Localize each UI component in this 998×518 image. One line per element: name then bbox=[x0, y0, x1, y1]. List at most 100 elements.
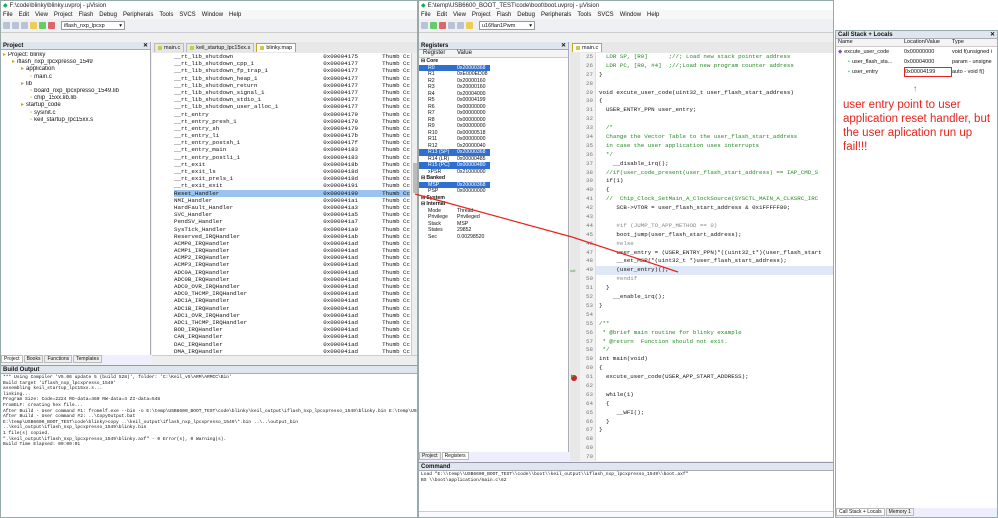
menu-help[interactable]: Help bbox=[229, 12, 241, 18]
code-line[interactable]: 30{ bbox=[580, 97, 833, 107]
code-line[interactable]: 35 in case the user application uses int… bbox=[580, 141, 833, 151]
code-line[interactable]: 37 __disable_irq(); bbox=[580, 159, 833, 169]
map-row[interactable]: ACMP3_IRQHandler 0x000041ad Thumb Cc bbox=[174, 261, 410, 268]
map-row[interactable]: ADC1A_IRQHandler 0x000041ad Thumb Cc bbox=[174, 297, 410, 304]
project-tree-item[interactable]: ▸ startup_code bbox=[3, 102, 150, 109]
callstack-row[interactable]: ▪ user_entry 0x00004199 auto - void f() bbox=[836, 67, 997, 77]
project-tree-item[interactable]: ▫ keil_startup_lpc15xx.s bbox=[3, 117, 150, 124]
callstack-row[interactable]: ◆ excute_user_code 0x00000000 void f(unsign… bbox=[836, 47, 997, 57]
bottom-tab-project[interactable]: Project bbox=[1, 355, 23, 363]
menu-file[interactable]: File bbox=[421, 12, 431, 18]
open-file-icon[interactable] bbox=[12, 22, 19, 29]
project-tree-item[interactable]: ▫ chip_15xx.lib.lib bbox=[3, 95, 150, 102]
map-row[interactable]: __rt_entry_presh_1 0x00004179 Thumb Cc bbox=[174, 118, 410, 125]
menu-peripherals[interactable]: Peripherals bbox=[123, 12, 153, 18]
code-line[interactable]: 45 boot_jump(user_flash_start_address); bbox=[580, 230, 833, 240]
code-line[interactable]: 63 while(1) bbox=[580, 390, 833, 400]
bottom-tab-project[interactable]: Project bbox=[419, 452, 441, 460]
map-row[interactable]: __rt_exit_ls 0x0000418d Thumb Cc bbox=[174, 168, 410, 175]
bottom-tab-memory-1[interactable]: Memory 1 bbox=[885, 508, 914, 516]
right-target-select[interactable]: u16flan1Pwm ▾ bbox=[479, 21, 535, 30]
code-line[interactable]: 29 void excute_user_code(uint32_t user_fl… bbox=[580, 88, 833, 98]
map-row[interactable]: __rt_entry 0x00004179 Thumb Cc bbox=[174, 111, 410, 118]
code-line[interactable]: 67} bbox=[580, 426, 833, 436]
code-line[interactable]: 49 (user_entry)(); bbox=[580, 266, 833, 276]
code-line[interactable]: 38 //if(user_code_present(user_flash_sta… bbox=[580, 168, 833, 178]
map-row[interactable]: __rt_lib_shutdown 0x00004175 Thumb Cc bbox=[174, 53, 410, 60]
code-line[interactable]: 36 */ bbox=[580, 150, 833, 160]
project-tree-item[interactable]: ▸ iflash_nxp_lpcxpresso_1549 bbox=[3, 59, 150, 66]
menu-file[interactable]: File bbox=[3, 12, 13, 18]
tab-main-c[interactable]: main.c bbox=[572, 43, 603, 52]
map-row[interactable]: PendSV_Handler 0x000041a7 Thumb Cc bbox=[174, 218, 410, 225]
code-line[interactable]: 70 bbox=[580, 453, 833, 461]
close-icon[interactable]: ✕ bbox=[990, 31, 997, 38]
code-line[interactable]: 53} bbox=[580, 301, 833, 311]
map-row[interactable]: ADC0_THCMP_IRQHandler 0x000041ad Thumb Cc bbox=[174, 290, 410, 297]
bottom-tab-call-stack-locals[interactable]: Call Stack + Locals bbox=[836, 508, 885, 516]
bottom-tab-books[interactable]: Books bbox=[23, 355, 44, 363]
close-icon[interactable]: ✕ bbox=[561, 42, 568, 49]
code-line[interactable]: 68 bbox=[580, 435, 833, 445]
code-line[interactable]: 65 __WFI(); bbox=[580, 408, 833, 418]
map-row[interactable]: __rt_entry_sh 0x00004179 Thumb Cc bbox=[174, 125, 410, 132]
map-row[interactable]: __rt_lib_shutdown_fp_trap_1 0x00004177 Thu… bbox=[174, 67, 410, 74]
menu-view[interactable]: View bbox=[35, 12, 48, 18]
code-line[interactable]: 56 * @brief main routine for blinky exam… bbox=[580, 328, 833, 338]
menu-project[interactable]: Project bbox=[472, 12, 491, 18]
map-row[interactable]: HardFault_Handler 0x000041a3 Thumb Cc bbox=[174, 204, 410, 211]
code-line[interactable]: 60{ bbox=[580, 364, 833, 374]
code-line[interactable]: 61 excute_user_code(USER_APP_START_ADDRE… bbox=[580, 373, 833, 382]
step-out-icon[interactable] bbox=[466, 22, 473, 29]
map-row[interactable]: __rt_lib_shutdown_cpp_1 0x00004177 Thumb C… bbox=[174, 60, 410, 67]
map-row[interactable]: ACMP1_IRQHandler 0x000041ad Thumb Cc bbox=[174, 247, 410, 254]
code-line[interactable]: 31 USER_ENTRY_PPN user_entry; bbox=[580, 106, 833, 116]
map-row[interactable]: ADC0B_IRQHandler 0x000041ad Thumb Cc bbox=[174, 276, 410, 283]
register-row[interactable]: Sec 0.00298520 bbox=[419, 234, 568, 241]
map-row[interactable]: __rt_lib_shutdown_user_alloc_1 0x00004177… bbox=[174, 103, 410, 110]
code-line[interactable]: 25 LDR SP, [R0] ;//; Load new stack poin… bbox=[580, 53, 833, 62]
map-row[interactable]: SysTick_Handler 0x000041a9 Thumb Cc bbox=[174, 226, 410, 233]
expand-icon[interactable]: ⊟ bbox=[421, 175, 425, 181]
code-line[interactable]: 27} bbox=[580, 70, 833, 80]
menu-debug[interactable]: Debug bbox=[99, 12, 117, 18]
close-icon[interactable]: ✕ bbox=[143, 42, 150, 49]
breakpoint-margin[interactable] bbox=[570, 53, 580, 461]
map-row[interactable]: ADC1_THCMP_IRQHandler 0x000041ad Thumb Cc bbox=[174, 319, 410, 326]
map-row[interactable]: __rt_entry_main 0x00004183 Thumb Cc bbox=[174, 146, 410, 153]
code-line[interactable]: 42 SCB->VTOR = user_flash_start_address … bbox=[580, 204, 833, 214]
map-vertical-scrollbar[interactable] bbox=[411, 53, 417, 355]
menu-window[interactable]: Window bbox=[202, 12, 223, 18]
code-line[interactable]: 66 } bbox=[580, 417, 833, 427]
map-row[interactable]: __rt_lib_shutdown_heap_1 0x00004177 Thumb … bbox=[174, 75, 410, 82]
map-row[interactable]: ADC0_OVR_IRQHandler 0x000041ad Thumb Cc bbox=[174, 283, 410, 290]
project-tree-item[interactable]: ▸ application bbox=[3, 66, 150, 73]
map-row[interactable]: DMA_IRQHandler 0x000041ad Thumb Cc bbox=[174, 348, 410, 355]
map-row[interactable]: ADC1_OVR_IRQHandler 0x000041ad Thumb Cc bbox=[174, 312, 410, 319]
map-row[interactable]: __rt_entry_li 0x0000417b Thumb Cc bbox=[174, 132, 410, 139]
map-row[interactable]: __rt_lib_shutdown_return 0x00004177 Thumb … bbox=[174, 82, 410, 89]
menu-edit[interactable]: Edit bbox=[437, 12, 447, 18]
stop-icon[interactable] bbox=[439, 22, 446, 29]
code-line[interactable]: 57 * @return Function should not exit. bbox=[580, 337, 833, 347]
step-icon[interactable] bbox=[448, 22, 455, 29]
bottom-tab-registers[interactable]: Registers bbox=[441, 452, 469, 460]
bottom-tab-functions[interactable]: Functions bbox=[44, 355, 73, 363]
menu-svcs[interactable]: SVCS bbox=[179, 12, 195, 18]
tab-main-c[interactable]: main.c bbox=[154, 43, 185, 52]
map-row[interactable]: Reset_Handler 0x00004199 Thumb Cc bbox=[174, 189, 410, 197]
menu-help[interactable]: Help bbox=[647, 12, 659, 18]
run-icon[interactable] bbox=[430, 22, 437, 29]
code-line[interactable]: 51 } bbox=[580, 284, 833, 294]
project-tree-item[interactable]: ▫ main.c bbox=[3, 74, 150, 81]
menu-flash[interactable]: Flash bbox=[79, 12, 94, 18]
map-row[interactable]: ACMP0_IRQHandler 0x000041ad Thumb Cc bbox=[174, 240, 410, 247]
debug-icon[interactable] bbox=[48, 22, 55, 29]
menu-edit[interactable]: Edit bbox=[19, 12, 29, 18]
map-row[interactable]: SVC_Handler 0x000041a5 Thumb Cc bbox=[174, 211, 410, 218]
code-line[interactable]: 48 __set_MSP(*(uint32_t *)user_flash_sta… bbox=[580, 257, 833, 267]
tab-keil-startup-lpc15xx-s[interactable]: keil_startup_lpc15xx.s bbox=[186, 43, 255, 52]
tab-blinky-map[interactable]: blinky.map bbox=[256, 43, 297, 52]
project-tree-item[interactable]: ▫ board_nxp_lpcxpresso_1549.lib bbox=[3, 88, 150, 95]
new-file-icon[interactable] bbox=[3, 22, 10, 29]
